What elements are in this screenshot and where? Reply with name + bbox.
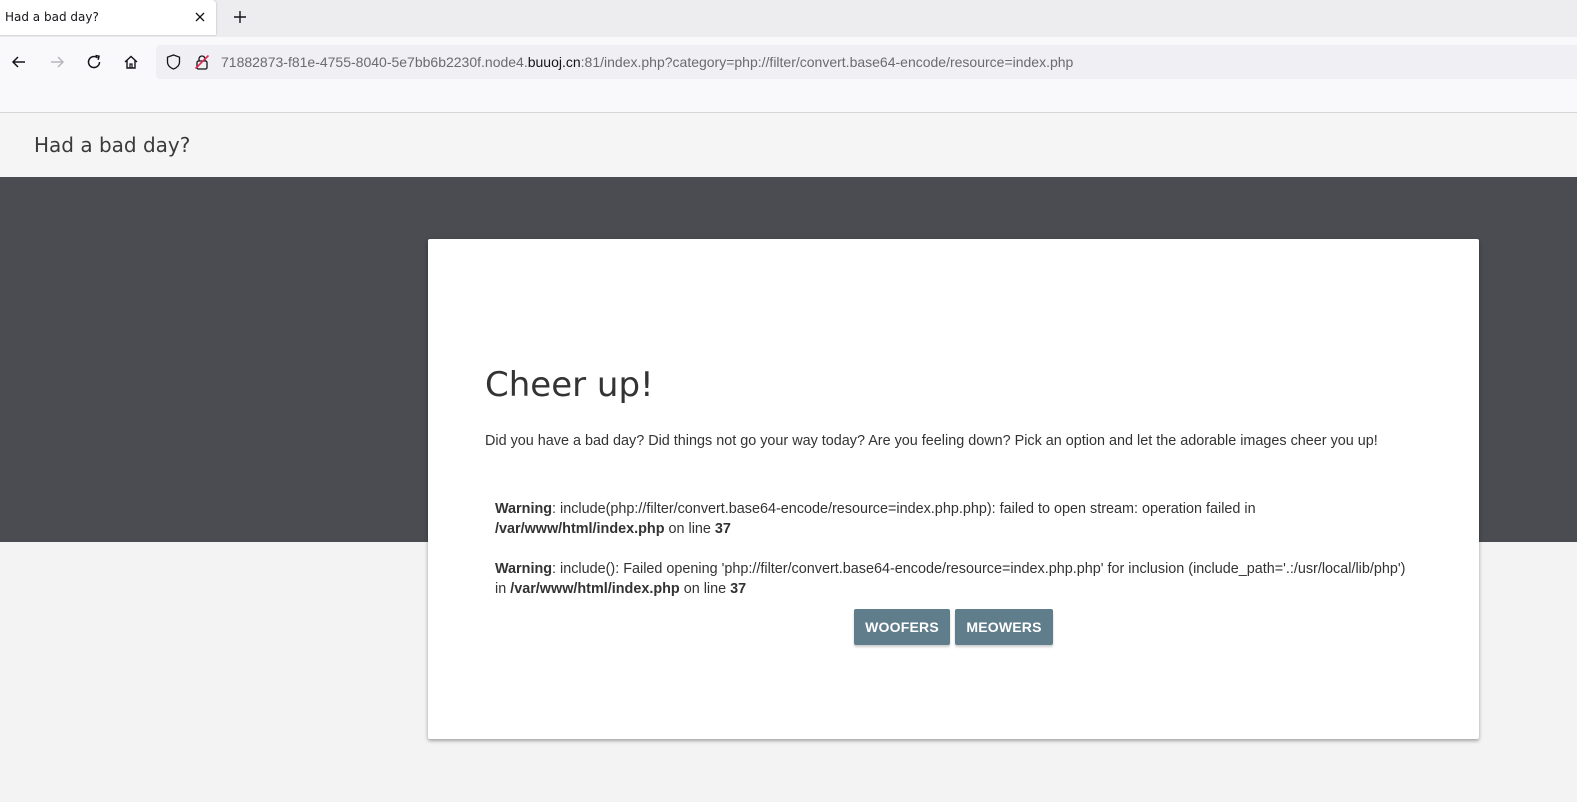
arrow-left-icon[interactable] bbox=[7, 50, 31, 74]
shield-icon[interactable] bbox=[164, 53, 182, 71]
browser-nav-bar: 71882873-f81e-4755-8040-5e7bb6b2230f.nod… bbox=[0, 37, 1577, 113]
php-warning: Warning: include(): Failed opening 'php:… bbox=[495, 559, 1415, 599]
arrow-right-icon[interactable] bbox=[45, 50, 69, 74]
php-warning: Warning: include(php://filter/convert.ba… bbox=[495, 499, 1415, 539]
browser-tab[interactable]: Had a bad day? bbox=[0, 0, 216, 35]
site-header: Had a bad day? bbox=[0, 113, 1577, 177]
warning-file: /var/www/html/index.php bbox=[495, 521, 665, 537]
browser-tab-bar: Had a bad day? bbox=[0, 0, 1577, 37]
home-icon[interactable] bbox=[119, 50, 143, 74]
woofers-button[interactable]: WOOFERS bbox=[854, 609, 950, 645]
meowers-button[interactable]: MEOWERS bbox=[955, 609, 1053, 645]
warning-file: /var/www/html/index.php bbox=[510, 581, 680, 597]
url-suffix: :81/index.php?category=php://filter/conv… bbox=[580, 54, 1074, 70]
url-text[interactable]: 71882873-f81e-4755-8040-5e7bb6b2230f.nod… bbox=[221, 54, 1073, 70]
close-icon[interactable] bbox=[191, 8, 209, 26]
intro-text: Did you have a bad day? Did things not g… bbox=[485, 433, 1378, 449]
site-title[interactable]: Had a bad day? bbox=[34, 133, 190, 157]
tab-title: Had a bad day? bbox=[5, 10, 99, 24]
content-card: Cheer up! Did you have a bad day? Did th… bbox=[428, 239, 1479, 739]
page-heading: Cheer up! bbox=[485, 365, 654, 405]
insecure-lock-icon[interactable] bbox=[193, 53, 211, 71]
warning-label: Warning bbox=[495, 501, 553, 517]
url-host: buuoj.cn bbox=[527, 54, 581, 70]
warning-label: Warning bbox=[495, 561, 553, 577]
reload-icon[interactable] bbox=[82, 50, 106, 74]
plus-icon[interactable] bbox=[230, 7, 250, 27]
warning-on-line: on line bbox=[679, 581, 731, 597]
warning-message: : include(php://filter/convert.base64-en… bbox=[552, 501, 1256, 517]
warning-on-line: on line bbox=[664, 521, 715, 537]
url-prefix: 71882873-f81e-4755-8040-5e7bb6b2230f.nod… bbox=[221, 54, 528, 70]
warning-line-number: 37 bbox=[714, 521, 731, 537]
warning-line-number: 37 bbox=[730, 581, 747, 597]
url-bar[interactable]: 71882873-f81e-4755-8040-5e7bb6b2230f.nod… bbox=[156, 45, 1577, 79]
